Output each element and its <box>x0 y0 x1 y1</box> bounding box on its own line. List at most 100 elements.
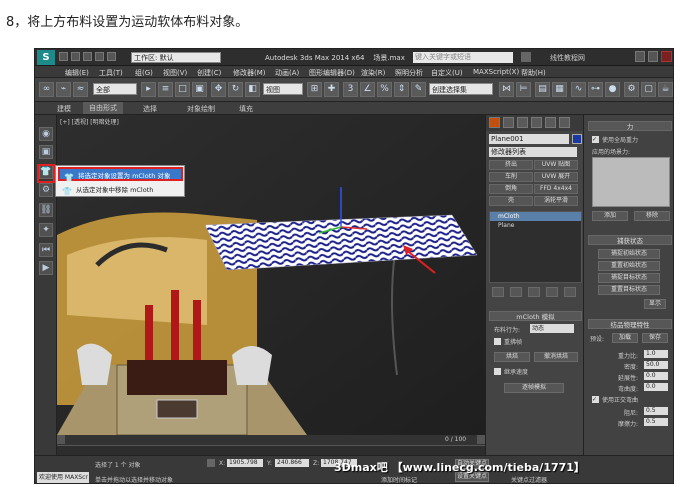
pivot-icon[interactable]: ⊞ <box>307 82 322 97</box>
scale-icon[interactable]: ◧ <box>245 82 260 97</box>
ffd-button[interactable]: FFD 4x4x4 <box>534 184 578 194</box>
add-time-tag[interactable]: 添加时间标记 <box>381 475 417 483</box>
new-file-icon[interactable] <box>59 52 68 61</box>
reset-initial-button[interactable]: 重置初始状态 <box>598 261 660 271</box>
modify-tab-icon[interactable] <box>503 117 514 128</box>
stretch-input[interactable]: 0.0 <box>644 372 668 380</box>
link-icon[interactable]: ∞ <box>39 82 54 97</box>
unlink-icon[interactable]: ⌁ <box>56 82 71 97</box>
remove-mcloth-item[interactable]: 👕 从选定对象中移除 mCloth <box>58 183 183 197</box>
reset-frame-checkbox[interactable] <box>494 338 501 345</box>
move-icon[interactable]: ✥ <box>211 82 226 97</box>
show-end-icon[interactable] <box>510 287 522 297</box>
search-input[interactable]: 键入关键字或短语 <box>413 52 513 63</box>
selection-filter-select[interactable]: 全部 <box>93 83 137 95</box>
pin-stack-icon[interactable] <box>492 287 504 297</box>
mcloth-modifier-icon[interactable]: ⚙ <box>39 183 53 197</box>
friction-input[interactable]: 0.5 <box>644 418 668 426</box>
hierarchy-tab-icon[interactable] <box>517 117 528 128</box>
workspace-select[interactable]: 工作区: 默认 <box>131 52 221 63</box>
schematic-icon[interactable]: ⊶ <box>588 82 603 97</box>
undo-bake-button[interactable]: 撤消烘焙 <box>534 352 578 362</box>
menu-create[interactable]: 创建(C) <box>197 68 221 78</box>
timeline-prev-icon[interactable] <box>57 435 65 444</box>
add-force-button[interactable]: 添加 <box>592 211 628 221</box>
extrude-button[interactable]: 挤出 <box>489 160 533 170</box>
stack-item-mcloth[interactable]: mCloth <box>490 212 581 221</box>
bend-input[interactable]: 0.0 <box>644 383 668 391</box>
select-by-name-icon[interactable]: ≡ <box>158 82 173 97</box>
render-icon[interactable]: ☕ <box>658 82 673 97</box>
x-coord-input[interactable]: 1905.798 <box>227 459 263 467</box>
simulate-frame-button[interactable]: 逐帧模拟 <box>504 383 564 393</box>
percent-snap-icon[interactable]: % <box>377 82 392 97</box>
menu-maxscript[interactable]: MAXScript(X) <box>473 68 519 76</box>
reference-coord-select[interactable]: 视图 <box>263 83 303 95</box>
scene-forces-list[interactable] <box>592 157 670 207</box>
mcloth-sim-header[interactable]: mCloth 模拟 <box>489 311 582 321</box>
undo-icon[interactable] <box>95 52 104 61</box>
make-unique-icon[interactable] <box>528 287 540 297</box>
uvw-unwrap-button[interactable]: UVW 展开 <box>534 172 578 182</box>
simulate-icon[interactable]: ▶ <box>39 261 53 275</box>
rotate-icon[interactable]: ↻ <box>228 82 243 97</box>
menu-customize[interactable]: 自定义(U) <box>431 68 463 78</box>
save-preset-button[interactable]: 保存 <box>642 333 668 343</box>
configure-sets-icon[interactable] <box>564 287 576 297</box>
menu-edit[interactable]: 编辑(E) <box>65 68 89 78</box>
cloth-behavior-select[interactable]: 动态 <box>530 324 574 333</box>
time-ruler[interactable] <box>57 445 485 455</box>
capture-header[interactable]: 捕获状态 <box>588 235 672 245</box>
ribbon-icon[interactable]: ▦ <box>552 82 567 97</box>
massfx-world-icon[interactable]: ◉ <box>39 127 53 141</box>
display-tab-icon[interactable] <box>545 117 556 128</box>
tab-selection[interactable]: 选择 <box>143 104 157 114</box>
maximize-icon[interactable] <box>648 51 658 62</box>
render-setup-icon[interactable]: ⚙ <box>624 82 639 97</box>
search-icon[interactable] <box>521 52 531 62</box>
damping-input[interactable]: 0.5 <box>644 407 668 415</box>
ragdoll-icon[interactable]: ✦ <box>39 223 53 237</box>
menu-rendering[interactable]: 渲染(R) <box>361 68 385 78</box>
curve-editor-icon[interactable]: ∿ <box>571 82 586 97</box>
object-color-swatch[interactable] <box>572 134 582 144</box>
capture-initial-button[interactable]: 捕捉初始状态 <box>598 249 660 259</box>
menu-tools[interactable]: 工具(T) <box>99 68 123 78</box>
save-file-icon[interactable] <box>83 52 92 61</box>
app-logo[interactable]: S <box>37 50 55 65</box>
y-coord-input[interactable]: 240.866 <box>275 459 309 467</box>
bind-icon[interactable]: ≈ <box>73 82 88 97</box>
viewport-label[interactable]: [+] [透视] [明暗处理] <box>60 117 119 126</box>
close-icon[interactable] <box>661 51 672 62</box>
menu-modifiers[interactable]: 修改器(M) <box>233 68 266 78</box>
global-gravity-checkbox[interactable]: ✓ <box>592 136 599 143</box>
select-icon[interactable]: ▸ <box>141 82 156 97</box>
lock-icon[interactable] <box>207 459 215 467</box>
load-preset-button[interactable]: 加载 <box>612 333 638 343</box>
rect-select-icon[interactable]: □ <box>175 82 190 97</box>
layer-icon[interactable]: ▤ <box>535 82 550 97</box>
reset-target-button[interactable]: 重置目标状态 <box>598 285 660 295</box>
bevel-button[interactable]: 倒角 <box>489 184 533 194</box>
maxscript-listener[interactable]: 欢迎使用 MAXScr <box>37 472 89 483</box>
stack-item-plane[interactable]: Plane <box>490 221 581 230</box>
menu-animation[interactable]: 动画(A) <box>275 68 299 78</box>
forces-header[interactable]: 力 <box>588 121 672 131</box>
tab-object-paint[interactable]: 对象绘制 <box>187 104 215 114</box>
reset-sim-icon[interactable]: ⏮ <box>39 243 53 257</box>
density-input[interactable]: 50.0 <box>644 361 668 369</box>
constraint-icon[interactable]: ⛓ <box>39 203 53 217</box>
rigid-body-icon[interactable]: ▣ <box>39 145 53 159</box>
open-file-icon[interactable] <box>71 52 80 61</box>
snap-icon[interactable]: 3 <box>343 82 358 97</box>
gravity-ratio-input[interactable]: 1.0 <box>644 350 668 358</box>
remove-modifier-icon[interactable] <box>546 287 558 297</box>
angle-snap-icon[interactable]: ∠ <box>360 82 375 97</box>
object-name-field[interactable]: Plane001 <box>489 134 569 144</box>
menu-graph-editors[interactable]: 图形编辑器(D) <box>309 68 355 78</box>
render-frame-icon[interactable]: ▢ <box>641 82 656 97</box>
redo-icon[interactable] <box>107 52 116 61</box>
lathe-button[interactable]: 车削 <box>489 172 533 182</box>
menu-help[interactable]: 帮助(H) <box>521 68 546 78</box>
continue-speed-checkbox[interactable] <box>494 368 501 375</box>
